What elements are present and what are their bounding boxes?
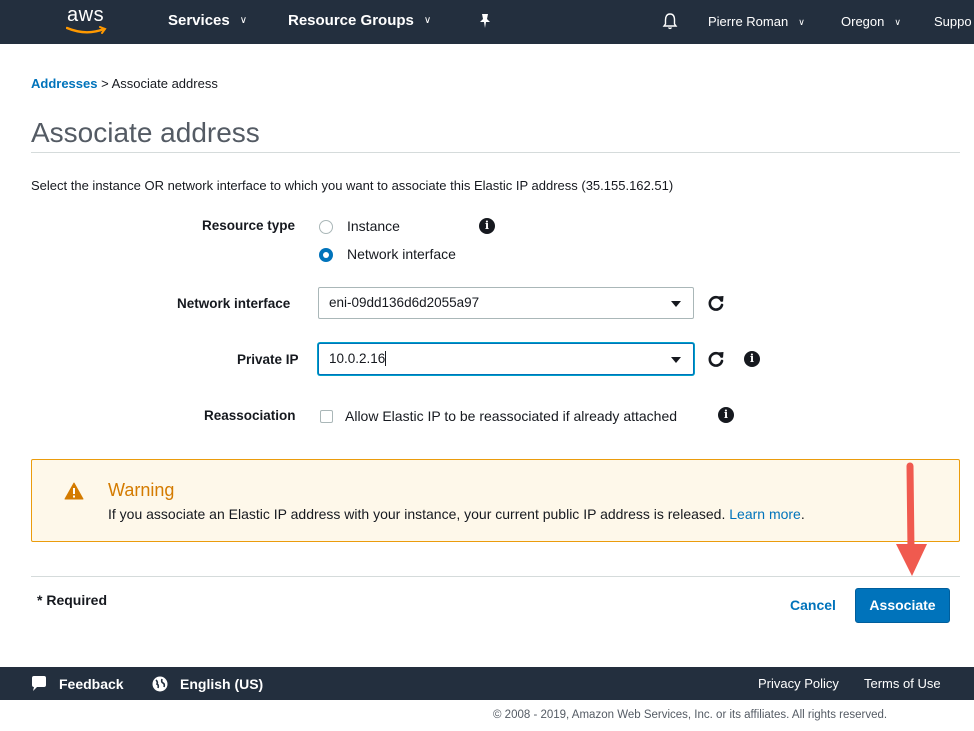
caret-down-icon [671, 357, 681, 363]
chevron-down-icon: ∨ [798, 17, 805, 27]
private-ip-value: 10.0.2.16 [329, 351, 386, 366]
account-menu[interactable]: Pierre Roman ∨ [708, 14, 805, 29]
services-label: Services [168, 12, 230, 29]
reassociation-label: Reassociation [204, 408, 296, 423]
cancel-button[interactable]: Cancel [790, 597, 836, 613]
footer-divider [31, 576, 960, 577]
warning-message: If you associate an Elastic IP address w… [108, 506, 726, 522]
instructions-text: Select the instance OR network interface… [31, 178, 674, 193]
reassociation-checkbox[interactable] [320, 410, 333, 423]
resource-type-label: Resource type [202, 218, 296, 233]
chevron-down-icon: ∨ [894, 17, 901, 27]
refresh-icon[interactable] [706, 349, 726, 369]
warning-icon [64, 482, 84, 500]
breadcrumb-current: Associate address [111, 76, 218, 91]
page-title: Associate address [31, 117, 260, 148]
user-name: Pierre Roman [708, 14, 789, 29]
reassociation-checkbox-label[interactable]: Allow Elastic IP to be reassociated if a… [345, 408, 677, 424]
resource-groups-menu[interactable]: Resource Groups ∨ [288, 12, 431, 29]
services-menu[interactable]: Services ∨ [168, 12, 247, 29]
aws-logo[interactable]: aws [64, 4, 114, 38]
copyright-text: © 2008 - 2019, Amazon Web Services, Inc.… [493, 709, 888, 721]
region-name: Oregon [841, 14, 885, 29]
warning-text-line: If you associate an Elastic IP address w… [108, 506, 805, 522]
privacy-policy-link[interactable]: Privacy Policy [758, 676, 839, 691]
warning-alert: Warning If you associate an Elastic IP a… [31, 459, 960, 542]
feedback-icon [32, 676, 46, 691]
private-ip-select[interactable]: 10.0.2.16 [318, 343, 694, 375]
terms-of-use-link[interactable]: Terms of Use [864, 676, 941, 691]
network-interface-label: Network interface [177, 296, 291, 311]
top-navigation-bar: aws Services ∨ Resource Groups ∨ Pierre Ro… [0, 0, 974, 44]
breadcrumb-separator: > [101, 76, 109, 91]
chevron-down-icon: ∨ [423, 15, 432, 26]
required-note: * Required [37, 592, 108, 608]
text-cursor [385, 351, 387, 366]
caret-down-icon [671, 301, 681, 307]
associate-button[interactable]: Associate [855, 588, 950, 623]
info-icon[interactable]: i [744, 351, 760, 367]
refresh-icon[interactable] [706, 293, 726, 313]
info-icon[interactable]: i [479, 218, 495, 234]
network-interface-value: eni-09dd136d6d2055a97 [329, 295, 480, 310]
pin-icon[interactable] [478, 13, 492, 34]
warning-trailing: . [800, 506, 805, 522]
breadcrumb: Addresses > Associate address [31, 76, 218, 91]
feedback-link[interactable]: Feedback [59, 676, 124, 692]
support-menu[interactable]: Suppo [934, 14, 972, 29]
bell-icon[interactable] [662, 12, 678, 35]
info-icon[interactable]: i [718, 407, 734, 423]
aws-logo-text: aws [67, 4, 105, 26]
breadcrumb-addresses-link[interactable]: Addresses [31, 76, 97, 91]
region-menu[interactable]: Oregon ∨ [841, 14, 901, 29]
annotation-arrow-icon [896, 462, 927, 576]
language-selector[interactable]: English (US) [180, 676, 263, 692]
aws-smile-icon [66, 26, 107, 34]
title-divider [31, 152, 960, 153]
support-label: Suppo [934, 14, 972, 29]
network-interface-select[interactable]: eni-09dd136d6d2055a97 [318, 287, 694, 319]
chevron-down-icon: ∨ [239, 15, 248, 26]
globe-icon [152, 676, 168, 692]
radio-network-interface-label[interactable]: Network interface [347, 246, 456, 262]
warning-title: Warning [108, 480, 175, 500]
resource-groups-label: Resource Groups [288, 12, 414, 29]
radio-network-interface[interactable] [319, 248, 333, 262]
learn-more-link[interactable]: Learn more [729, 506, 801, 522]
radio-instance[interactable] [319, 220, 333, 234]
console-footer-bar: Feedback English (US) Privacy Policy Ter… [0, 667, 974, 700]
private-ip-label: Private IP [237, 352, 299, 367]
radio-instance-label[interactable]: Instance [347, 218, 400, 234]
